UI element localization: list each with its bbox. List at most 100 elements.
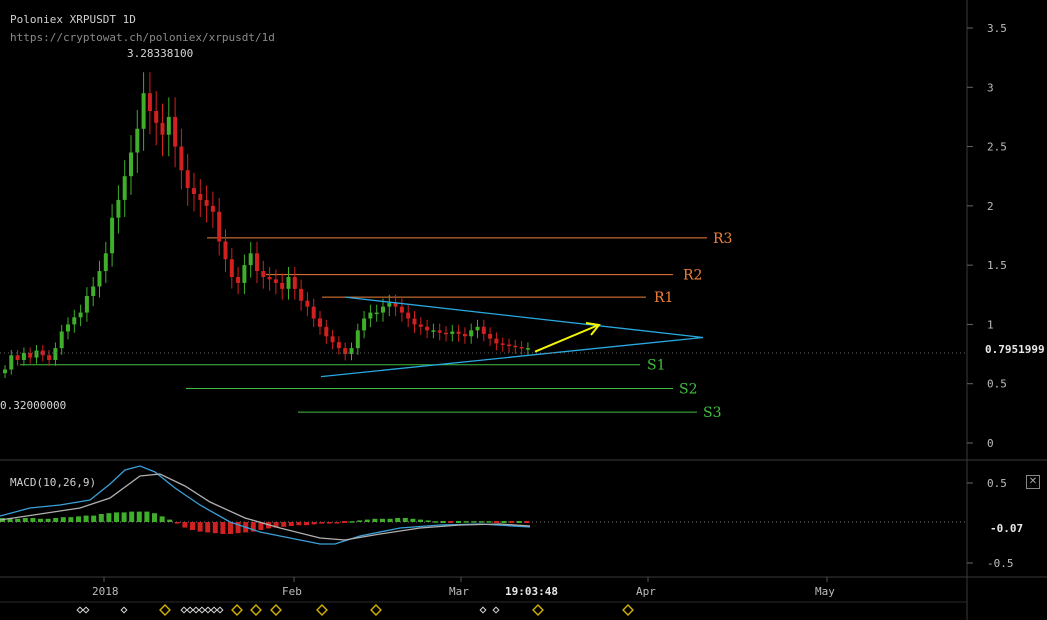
candle-body <box>192 188 196 194</box>
event-marker-icon[interactable] <box>532 604 544 616</box>
candle-body <box>450 331 455 334</box>
event-marker-icon[interactable] <box>192 606 200 614</box>
macd-tick-label: -0.5 <box>987 557 1014 570</box>
candle-body <box>412 318 417 325</box>
time-tick-label: Feb <box>282 585 302 598</box>
candle-body <box>318 318 322 327</box>
candle-body <box>236 277 241 283</box>
candle-body <box>173 116 178 147</box>
event-markers[interactable] <box>76 604 634 616</box>
event-marker-icon[interactable] <box>479 606 487 614</box>
candle-body <box>147 93 152 111</box>
candle-body <box>519 346 524 349</box>
macd-histogram-bar <box>319 522 325 524</box>
candle-body <box>21 352 26 360</box>
event-marker-icon[interactable] <box>492 606 500 614</box>
candle-body <box>343 348 348 355</box>
event-marker-icon[interactable] <box>180 606 188 614</box>
candle-body <box>387 303 392 307</box>
candle-body <box>15 355 20 360</box>
macd-histogram-bar <box>129 511 135 522</box>
macd-histogram-bar <box>395 518 401 522</box>
macd-histogram-bar <box>68 517 74 522</box>
event-marker-icon[interactable] <box>250 604 262 616</box>
macd-current-value: -0.07 <box>990 522 1023 535</box>
candle-body <box>267 277 272 280</box>
candle-body <box>53 348 58 360</box>
event-marker-icon[interactable] <box>370 604 382 616</box>
candle-body <box>488 333 493 339</box>
macd-histogram-bar <box>45 518 51 522</box>
macd-histogram-bar <box>144 511 150 522</box>
resistance-label: R3 <box>713 231 732 247</box>
macd-histogram-bar <box>380 518 385 522</box>
candlestick-series <box>3 72 530 379</box>
candle-body <box>242 265 247 283</box>
macd-histogram-bar <box>152 513 157 522</box>
macd-histogram-bar <box>494 521 499 523</box>
candle-body <box>381 306 385 313</box>
macd-histogram-bar <box>372 518 378 522</box>
candle-body <box>475 326 480 331</box>
chart-canvas[interactable]: R3 R2 R1 S1 S2 S3 3.5 3 2.5 2 1.5 1 0.5 0 0.5 -0.5 201… <box>0 0 1047 620</box>
event-marker-icon[interactable] <box>82 606 90 614</box>
price-axis[interactable]: 3.5 3 2.5 2 1.5 1 0.5 0 0.5 -0.5 <box>0 22 1014 570</box>
price-tick-label: 0.5 <box>987 378 1007 391</box>
macd-histogram-bar <box>121 512 127 522</box>
macd-histogram-bar <box>524 521 530 523</box>
support-label: S3 <box>703 405 722 421</box>
macd-histogram-bar <box>98 514 104 522</box>
candle-body <box>229 259 234 277</box>
candle-body <box>135 128 140 153</box>
macd-histogram-bar <box>326 522 332 524</box>
event-marker-icon[interactable] <box>198 606 206 614</box>
macd-histogram-bar <box>228 522 233 534</box>
event-marker-icon[interactable] <box>76 606 84 614</box>
macd-histogram-bar <box>349 521 355 523</box>
event-marker-icon[interactable] <box>204 606 212 614</box>
candle-body <box>280 282 285 289</box>
candle-body <box>261 271 266 277</box>
event-marker-icon[interactable] <box>210 606 218 614</box>
candle-body <box>141 93 146 129</box>
event-marker-icon[interactable] <box>216 606 224 614</box>
event-marker-icon[interactable] <box>186 606 194 614</box>
candle-body <box>286 277 291 289</box>
macd-histogram-bar <box>334 522 340 524</box>
macd-histogram-bar <box>212 522 218 534</box>
candle-body <box>59 331 64 349</box>
candle-body <box>91 286 96 296</box>
macd-histogram-bar <box>296 522 302 526</box>
macd-histogram-bar <box>53 518 59 522</box>
price-tick-label: 2 <box>987 200 994 213</box>
candle-body <box>425 326 430 331</box>
upper-trendline <box>344 296 704 339</box>
candle-body <box>103 253 108 272</box>
event-marker-icon[interactable] <box>270 604 282 616</box>
candle-body <box>507 344 511 347</box>
candle-body <box>28 352 33 358</box>
macd-histogram-bar <box>167 519 173 522</box>
event-marker-icon[interactable] <box>120 606 128 614</box>
macd-histogram-bar <box>387 518 393 522</box>
price-tick-label: 3.5 <box>987 22 1007 35</box>
candle-body <box>406 312 411 319</box>
macd-histogram-bar <box>357 520 363 522</box>
close-icon[interactable]: ✕ <box>1026 475 1040 489</box>
event-marker-icon[interactable] <box>622 604 634 616</box>
candle-body <box>66 324 70 332</box>
macd-label: MACD(10,26,9) <box>10 476 97 489</box>
event-marker-icon[interactable] <box>159 604 171 616</box>
time-axis[interactable]: 2018 Feb Mar Apr May <box>92 577 835 598</box>
event-marker-icon[interactable] <box>316 604 328 616</box>
candle-body <box>84 295 89 313</box>
event-marker-icon[interactable] <box>231 604 243 616</box>
macd-histogram-bar <box>106 513 112 522</box>
candle-body <box>299 288 304 301</box>
macd-histogram-bar <box>136 511 142 522</box>
time-tick-label: Apr <box>636 585 656 598</box>
macd-histogram-bar <box>440 521 446 523</box>
candle-body <box>444 332 448 335</box>
macd-histogram-bar <box>425 520 431 522</box>
macd-histogram-bar <box>433 521 439 523</box>
